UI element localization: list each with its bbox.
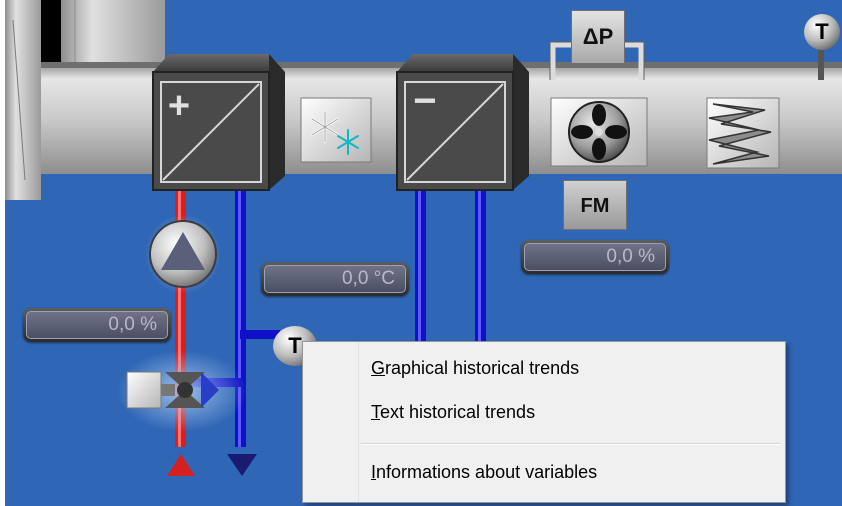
heater-valve-readout[interactable]: 0,0 % [23,308,171,342]
menu-item-text-trends[interactable]: Text historical trends [371,402,535,423]
fan-speed-readout[interactable]: 0,0 % [521,240,669,274]
supply-fan[interactable] [550,97,648,167]
context-menu-gutter [303,342,359,502]
fan-speed-value: 0,0 % [524,243,666,271]
cooler-pipes [415,190,486,350]
three-way-valve[interactable] [117,350,247,432]
frost-protection-icon[interactable] [300,97,372,163]
filter-icon[interactable] [706,97,780,169]
return-outlet-arrow [227,454,257,476]
menu-separator [361,443,781,445]
frequency-converter-tag[interactable]: FM [563,180,627,230]
duct-temp-sensor-stem [818,50,824,80]
cooler-sign: − [413,79,436,123]
heater-sign: + [168,85,190,127]
supply-temperature-readout[interactable]: 0,0 °C [261,262,409,296]
hot-water-inlet-arrow [167,454,195,476]
hvac-process-screen: + − ΔP T FM 0,0 % 0,0 °C 0,0 % T Graphic… [0,0,842,506]
differential-pressure-tag[interactable]: ΔP [571,10,625,64]
context-menu: Graphical historical trends Text histori… [302,341,786,503]
menu-item-variable-info[interactable]: Informations about variables [371,462,597,483]
duct-temperature-sensor[interactable]: T [804,14,840,50]
circulation-pump[interactable] [145,214,221,294]
heater-valve-value: 0,0 % [26,311,168,339]
supply-temperature-value: 0,0 °C [264,265,406,293]
menu-item-graphical-trends[interactable]: Graphical historical trends [371,358,579,379]
